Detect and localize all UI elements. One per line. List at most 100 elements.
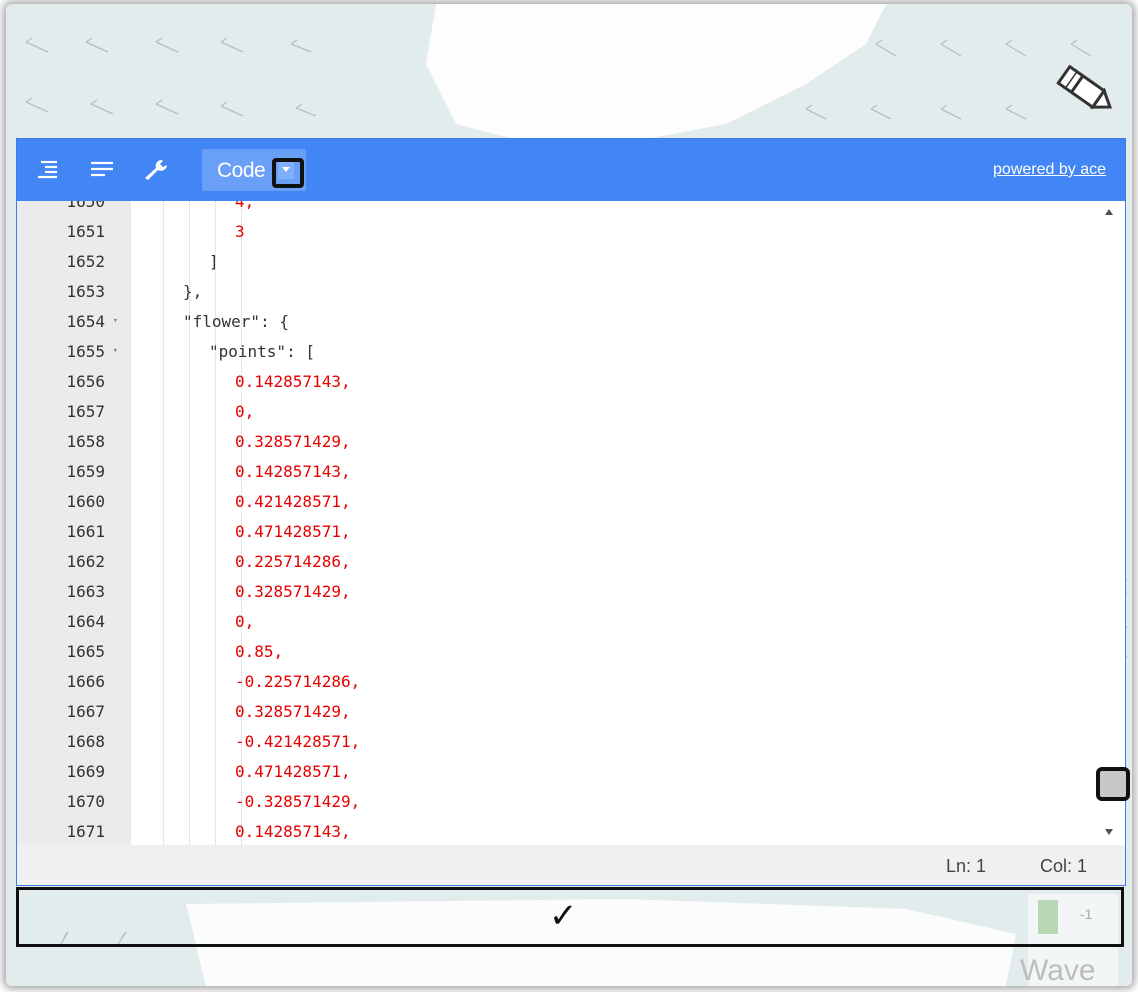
code-line: }, [131,277,1095,307]
line-number-text: 1665 [66,642,105,661]
code-line-text: 0, [235,402,255,421]
wave-legend-label: Wave [1020,954,1096,986]
scroll-down-icon[interactable] [1105,829,1113,835]
line-number: 1661 [17,517,131,547]
scroll-up-icon[interactable] [1105,209,1113,215]
code-line: 0.85, [131,637,1095,667]
line-number-text: 1653 [66,282,105,301]
line-number: 1662 [17,547,131,577]
code-line-text: 0.225714286, [235,552,351,571]
line-number: 1669 [17,757,131,787]
code-line-text: 0.471428571, [235,522,351,541]
indent-outline-icon[interactable] [35,159,61,181]
code-line: "flower": { [131,307,1095,337]
format-lines-icon[interactable] [89,159,115,181]
line-number: 1652 [17,247,131,277]
status-line: Ln: 1 [946,856,987,876]
code-line-text: 0.328571429, [235,702,351,721]
confirm-button[interactable]: ✓ [16,887,1124,947]
code-line-text: ] [209,252,219,271]
wrench-icon[interactable] [143,159,169,181]
code-line-text: 0.328571429, [235,582,351,601]
line-number-text: 1652 [66,252,105,271]
code-line-text: "flower": { [183,312,289,331]
mode-dropdown-highlight[interactable] [272,158,304,188]
line-number: 1650 [17,201,131,217]
line-number-text: 1651 [66,222,105,241]
code-area[interactable]: 4, 3]}, "flower": { "points": [ 0.142857143,… [131,201,1095,845]
code-line: 0.328571429, [131,697,1095,727]
line-number-text: 1662 [66,552,105,571]
line-number: 1653 [17,277,131,307]
scrollbar-thumb[interactable] [1096,767,1130,801]
code-line: 0.142857143, [131,367,1095,397]
line-number-text: 1670 [66,792,105,811]
line-number-text: 1661 [66,522,105,541]
code-line-text: 3 [235,222,245,241]
code-line-text: "points": [ [209,342,315,361]
line-number-text: 1656 [66,372,105,391]
line-number-text: 1658 [66,432,105,451]
status-column: Col: 1 [1040,856,1088,876]
code-line: "points": [ [131,337,1095,367]
code-line: -0.328571429, [131,787,1095,817]
editor-toolbar: Code powered by ace [17,139,1125,201]
code-line: 3 [131,217,1095,247]
code-line: 0.225714286, [131,547,1095,577]
checkmark-icon: ✓ [549,897,578,935]
line-number: 1666 [17,667,131,697]
code-line: 0.471428571, [131,757,1095,787]
powered-by-ace-link[interactable]: powered by ace [993,161,1106,179]
line-number: 1654 ▾ [17,307,131,337]
pencil-icon[interactable] [1052,62,1118,122]
vertical-scrollbar[interactable] [1095,201,1125,845]
fold-toggle-icon[interactable]: ▾ [113,306,118,336]
line-number: 1671 [17,817,131,845]
line-number-text: 1664 [66,612,105,631]
status-bar: Ln: 1 Col: 1 [17,845,1125,885]
line-number: 1658 [17,427,131,457]
code-lines: 4, 3]}, "flower": { "points": [ 0.142857143,… [131,201,1095,845]
code-line: 0.328571429, [131,577,1095,607]
line-number: 1663 [17,577,131,607]
code-line: 0.142857143, [131,457,1095,487]
line-number: 1651 [17,217,131,247]
line-number-text: 1655 [66,342,105,361]
line-number-text: 1667 [66,702,105,721]
code-line: 0, [131,607,1095,637]
code-line: 0.421428571, [131,487,1095,517]
line-number-text: 1669 [66,762,105,781]
line-number: 1659 [17,457,131,487]
code-line: -0.225714286, [131,667,1095,697]
code-line-text: -0.225714286, [235,672,361,691]
line-number-text: 1668 [66,732,105,751]
line-number-text: 1671 [66,822,105,841]
code-line-text: 0.328571429, [235,432,351,451]
code-line-text: 0, [235,612,255,631]
line-number-text: 1659 [66,462,105,481]
line-number: 1655 ▾ [17,337,131,367]
code-line-text: }, [183,282,203,301]
code-line-text: -0.328571429, [235,792,361,811]
line-number: 1657 [17,397,131,427]
line-number-text: 1657 [66,402,105,421]
code-line-text: 0.142857143, [235,462,351,481]
line-number: 1665 [17,637,131,667]
mode-label: Code [217,159,266,182]
code-line: 4, [131,201,1095,217]
code-line: 0.471428571, [131,517,1095,547]
line-number: 1670 [17,787,131,817]
line-number-text: 1654 [66,312,105,331]
code-line-text: 0.85, [235,642,284,661]
line-number-text: 1666 [66,672,105,691]
code-line: 0.328571429, [131,427,1095,457]
code-line-text: -0.421428571, [235,732,361,751]
code-line-text: 4, [235,201,255,211]
line-number: 1656 [17,367,131,397]
fold-toggle-icon[interactable]: ▾ [113,336,118,366]
code-line-text: 0.142857143, [235,372,351,391]
code-line: 0, [131,397,1095,427]
code-line: ] [131,247,1095,277]
line-number: 1667 [17,697,131,727]
code-editor-panel: Code powered by ace 1650 1651 1652 1653 1654… [16,138,1126,886]
